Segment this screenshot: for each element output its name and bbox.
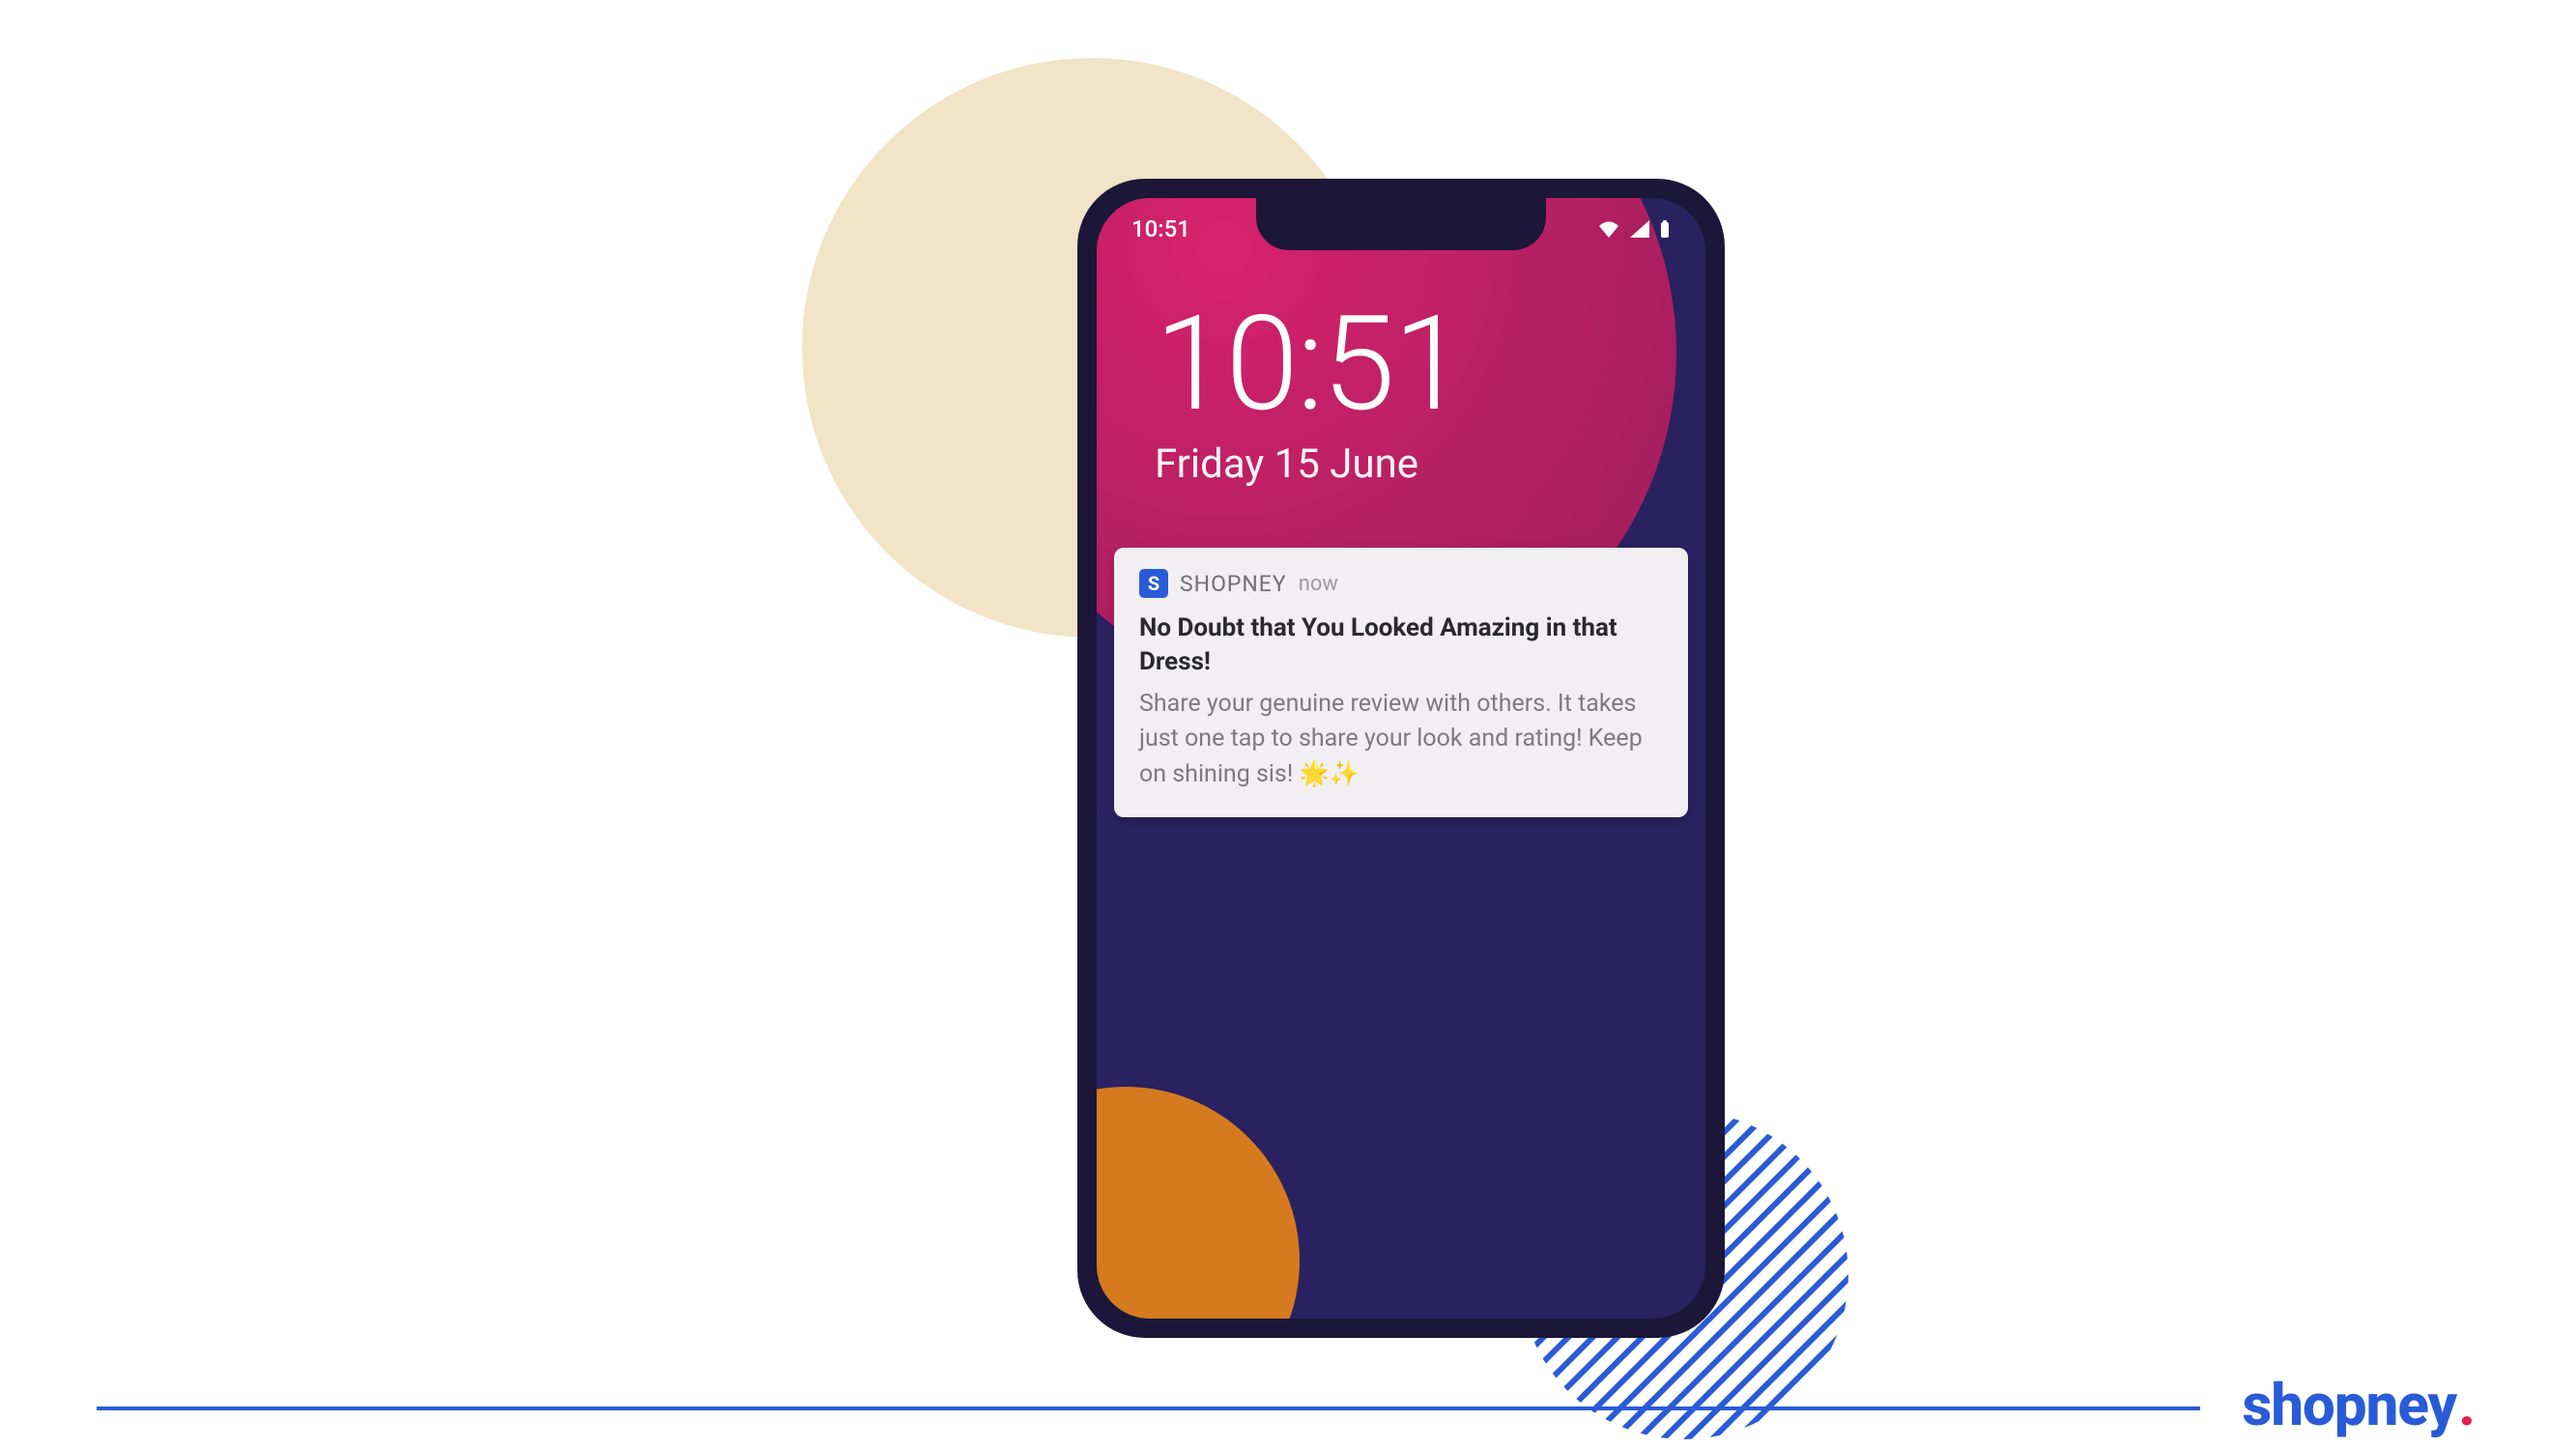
status-icons	[1597, 220, 1671, 238]
notification-title: No Doubt that You Looked Amazing in that…	[1139, 611, 1663, 679]
push-notification[interactable]: S SHOPNEY now No Doubt that You Looked A…	[1114, 548, 1688, 817]
wifi-icon	[1597, 220, 1620, 238]
notification-app-name: SHOPNEY	[1180, 571, 1287, 597]
battery-icon	[1659, 220, 1671, 238]
status-bar: 10:51	[1097, 210, 1705, 248]
cellular-icon	[1630, 220, 1649, 238]
phone-screen: 10:51 10:51 Friday 15 June S SH	[1097, 198, 1705, 1319]
notification-time-ago: now	[1299, 572, 1338, 596]
footer-divider	[97, 1406, 2479, 1410]
status-time: 10:51	[1131, 215, 1190, 242]
lockscreen-time: 10:51	[1155, 299, 1667, 431]
brand-dot: .	[2458, 1371, 2476, 1439]
brand-name: shopney	[2243, 1371, 2457, 1439]
notification-header: S SHOPNEY now	[1139, 569, 1663, 598]
notification-body: Share your genuine review with others. I…	[1139, 687, 1663, 792]
lockscreen-clock: 10:51 Friday 15 June	[1155, 299, 1667, 488]
notification-app-icon: S	[1139, 569, 1168, 598]
lockscreen-date: Friday 15 June	[1155, 440, 1667, 488]
wallpaper-blob-orange	[1097, 1087, 1300, 1319]
phone-mockup: 10:51 10:51 Friday 15 June S SH	[1077, 179, 1725, 1338]
brand-logo: shopney.	[2200, 1371, 2499, 1439]
